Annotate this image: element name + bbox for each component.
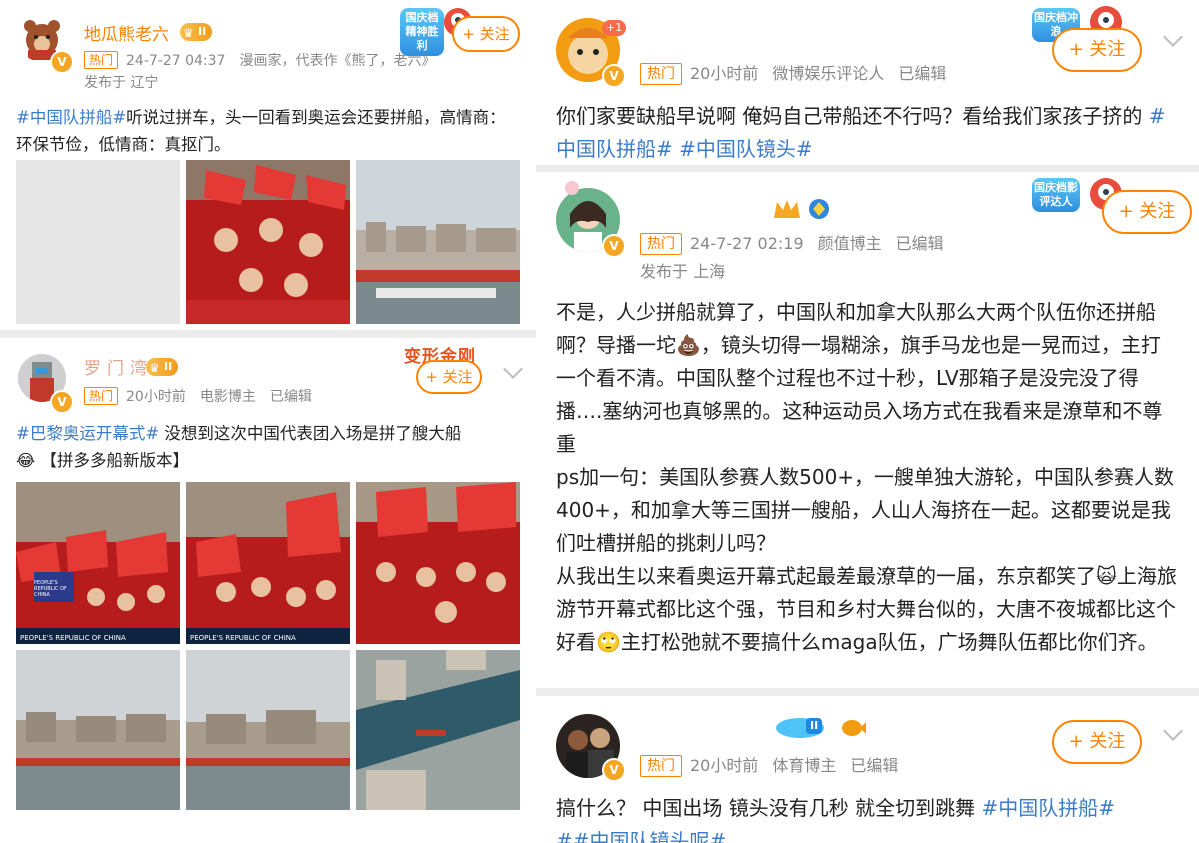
image-thumb-2[interactable]: PEOPLE'S REPUBLIC OF CHINA (186, 482, 350, 644)
follow-button[interactable]: + 关注 (1052, 28, 1142, 72)
notification-badge: +1 (602, 20, 627, 36)
follow-button[interactable]: + 关注 (452, 16, 520, 52)
post-text: #巴黎奥运开幕式# 没想到这次中国代表团入场是拼了艘大船 😂 【拼多多船新版本】 (16, 424, 462, 470)
hashtag-link[interactable]: #中国队拼船# (16, 108, 126, 127)
post-text: #中国队拼船#听说过拼车，头一回看到奥运会还要拼船，高情商：环保节俭，低情商：真… (16, 108, 506, 154)
post-text: 不是，人少拼船就算了，中国队和加拿大队那么大两个队伍你还拼船啊？导播一坨💩，镜头… (556, 296, 1180, 659)
image-thumb-1[interactable] (16, 160, 180, 324)
post-card-1: V 地瓜熊老六 ♛ II 热门 24-7-27 04:37 漫画家，代表作《熊了，老六… (0, 0, 536, 330)
post-meta: 热门 20小时前 微博娱乐评论人 已编辑 (640, 60, 946, 85)
verified-icon: V (602, 758, 626, 782)
username[interactable]: 罗门湾 (84, 354, 153, 379)
chevron-down-icon[interactable] (1163, 721, 1183, 741)
image-thumb-5[interactable] (186, 650, 350, 810)
post-meta: 热门 24-7-27 04:37 漫画家，代表作《熊了，老六》 (84, 50, 435, 70)
hashtag-link[interactable]: ##中国队镜头呢# (556, 829, 726, 843)
chevron-down-icon[interactable] (503, 359, 523, 379)
hot-tag: 热门 (640, 63, 682, 85)
post-card-3: +1 V 热门 20小时前 微博娱乐评论人 已编辑 国庆档冲浪 + 关注 你们家要缺船… (536, 0, 1199, 165)
fish-badge-icon (840, 716, 866, 744)
right-feed: +1 V 热门 20小时前 微博娱乐评论人 已编辑 国庆档冲浪 + 关注 你们家要缺船… (536, 0, 1199, 843)
verified-icon: V (50, 390, 74, 414)
chevron-down-icon[interactable] (1163, 27, 1183, 47)
caption-text: PEOPLE'S REPUBLIC OF CHINA (190, 634, 296, 642)
image-thumb-1[interactable]: PEOPLE'S REPUBLIC OF CHINA PEOPLE'S REPU… (16, 482, 180, 644)
paragraph-1: 不是，人少拼船就算了，中国队和加拿大队那么大两个队伍你还拼船啊？导播一坨💩，镜头… (556, 300, 1163, 456)
post-location: 发布于 辽宁 (84, 75, 159, 91)
paragraph-3: 从我出生以来看奥运开幕式起最差最潦草的一届，东京都笑了🙀上海旅游节开幕式都比这个… (556, 564, 1177, 654)
verified-icon: V (602, 234, 626, 258)
left-feed: V 地瓜熊老六 ♛ II 热门 24-7-27 04:37 漫画家，代表作《熊了，老六… (0, 0, 536, 843)
username[interactable]: 地瓜熊老六 (84, 20, 169, 45)
post-meta: 热门 20小时前 体育博主 已编辑 (640, 752, 898, 777)
post-meta: 热门 20小时前 电影博主 已编辑 (84, 386, 312, 406)
image-thumb-3[interactable] (356, 160, 520, 324)
hot-tag: 热门 (640, 755, 682, 777)
verified-icon: V (50, 50, 74, 74)
level-badge: ♛ II (180, 23, 213, 41)
post-location: 发布于 上海 (640, 262, 726, 281)
post-text: 搞什么？ 中国出场 镜头没有几秒 就全切到跳舞 #中国队拼船# ##中国队镜头呢… (556, 792, 1186, 843)
post-card-4: V 热门 24-7-27 02:19 颜值博主 已编辑 发布于 上海 国庆档影评达人 … (536, 172, 1199, 688)
flag-label: PEOPLE'S REPUBLIC OF CHINA (34, 580, 67, 598)
hot-tag: 热门 (640, 233, 682, 255)
post-card-2: V 罗门湾 ♛ II 热门 20小时前 电影博主 已编辑 变形金刚 + 关注 #巴黎奥运… (0, 338, 536, 843)
event-badge-icon: 国庆档影评达人 (1032, 178, 1080, 212)
image-thumb-4[interactable] (16, 650, 180, 810)
follow-button[interactable]: + 关注 (1052, 720, 1142, 764)
hot-tag: 热门 (84, 51, 119, 69)
image-thumb-6[interactable] (356, 650, 520, 810)
level-badge: II (806, 718, 823, 734)
image-thumb-2[interactable] (186, 160, 350, 324)
paragraph-2: ps加一句：美国队参赛人数500+，一艘单独大游轮，中国队参赛人数400+，和加… (556, 465, 1175, 555)
post-card-5: V II 热门 20小时前 体育博主 已编辑 + 关注 搞什么？ 中国出场 镜头没有几… (536, 696, 1199, 843)
hashtag-link[interactable]: #巴黎奥运开幕式# (16, 424, 159, 443)
hot-tag: 热门 (84, 387, 119, 405)
image-thumb-3[interactable] (356, 482, 520, 644)
post-meta: 热门 24-7-27 02:19 颜值博主 已编辑 (640, 230, 944, 255)
pig-icon (560, 180, 584, 200)
event-badge-icon: 国庆档精神胜利 (400, 8, 444, 56)
follow-button[interactable]: + 关注 (416, 360, 482, 394)
verified-icon: V (602, 64, 626, 88)
caption-text: PEOPLE'S REPUBLIC OF CHINA (20, 634, 126, 642)
hashtag-link[interactable]: #中国队镜头# (673, 137, 813, 161)
diamond-badge-icon (808, 198, 830, 224)
hashtag-link[interactable]: #中国队拼船# (981, 796, 1115, 820)
post-text: 你们家要缺船早说啊 俺妈自己带船还不行吗？看给我们家孩子挤的 #中国队拼船# #… (556, 104, 1166, 161)
crown-badge-icon (772, 198, 802, 224)
follow-button[interactable]: + 关注 (1102, 190, 1192, 234)
level-badge: ♛ II (146, 358, 179, 376)
